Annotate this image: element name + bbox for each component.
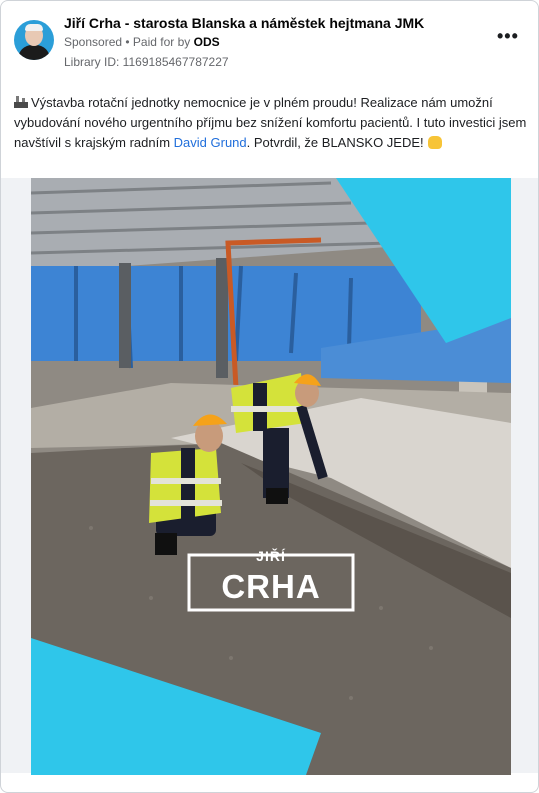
sponsored-line: Sponsored • Paid for by ODS [64, 35, 220, 49]
raised-hands-icon [427, 136, 442, 149]
post-text-part-2: . Potvrdil, že BLANSKO JEDE! [246, 135, 424, 150]
paid-for-prefix: • Paid for by [122, 35, 194, 49]
post-text: Výstavba rotační jednotky nemocnice je v… [14, 93, 529, 153]
page-name-link[interactable]: Jiří Crha - starosta Blanska a náměstek … [64, 15, 424, 31]
more-options-icon[interactable]: ••• [497, 27, 519, 45]
sponsored-label: Sponsored [64, 35, 123, 49]
ad-card: Jiří Crha - starosta Blanska a náměstek … [0, 0, 539, 793]
paid-for-by-value: ODS [193, 35, 220, 49]
logo-last-name: CRHA [221, 568, 320, 605]
logo-first-name: JIŘÍ [256, 547, 286, 564]
mention-link[interactable]: David Grund [174, 135, 247, 150]
profile-avatar[interactable] [14, 20, 54, 60]
library-id: Library ID: 1169185467787227 [64, 55, 229, 69]
construction-icon [14, 96, 28, 108]
media-area: JIŘÍ CRHA [1, 178, 538, 775]
ad-photo[interactable]: JIŘÍ CRHA [31, 178, 511, 775]
